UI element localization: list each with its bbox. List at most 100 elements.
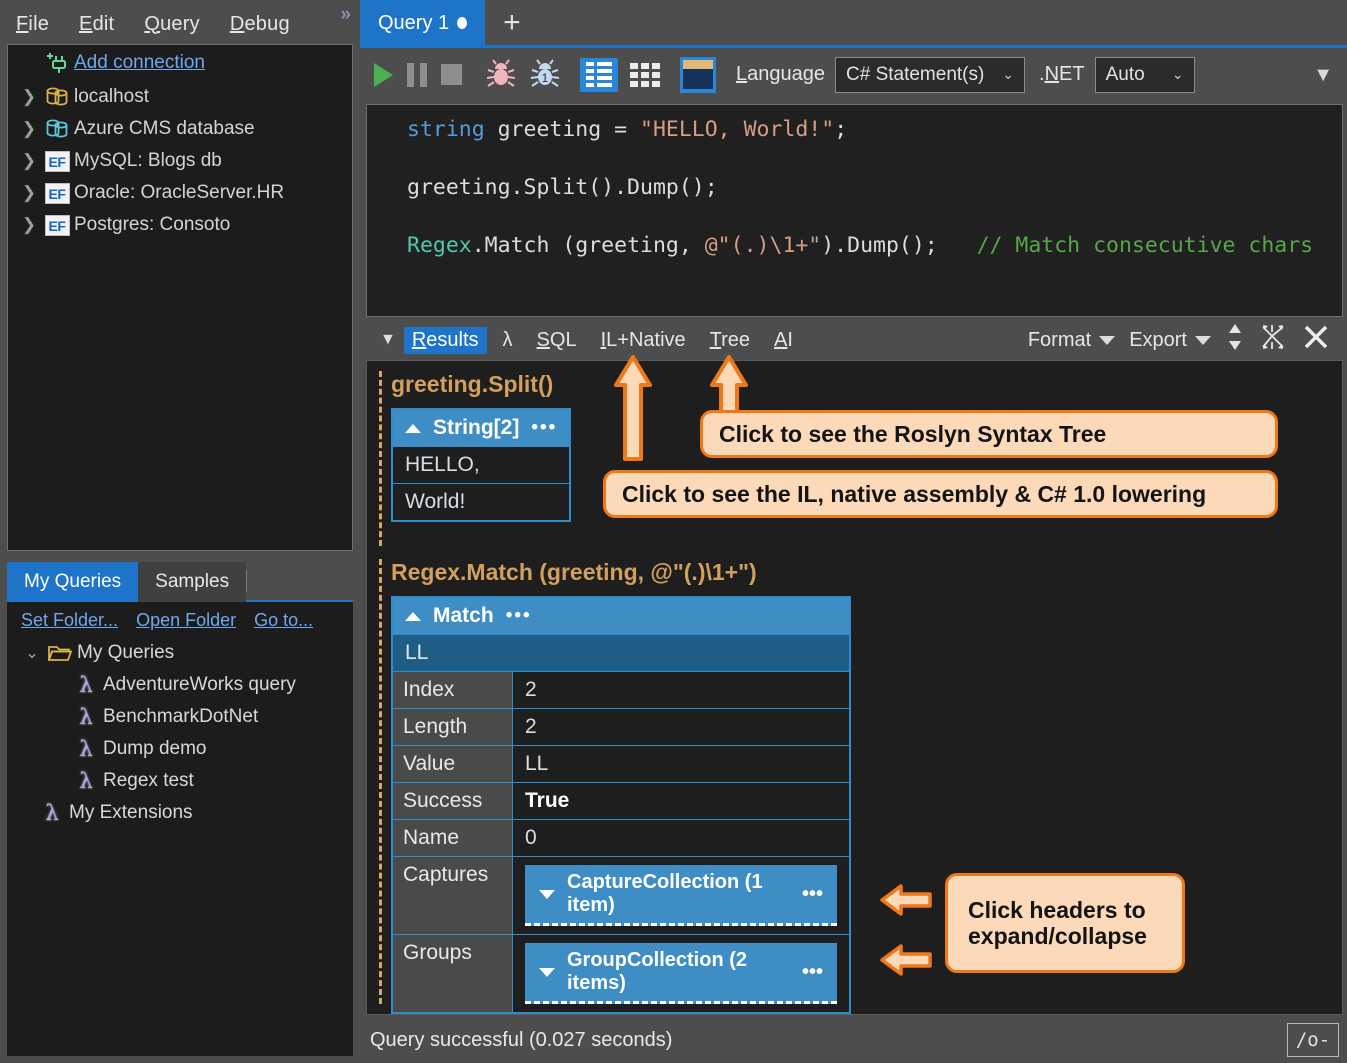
connection-row-mysql[interactable]: ❯ EF MySQL: Blogs db <box>8 145 352 177</box>
tab-tree[interactable]: Tree <box>702 327 758 354</box>
query-item-adventureworks[interactable]: λ AdventureWorks query <box>7 669 353 701</box>
table-row: Name 0 <box>393 819 849 856</box>
grid-menu-icon[interactable]: ••• <box>506 605 532 627</box>
capture-collection-pill[interactable]: CaptureCollection (1 item) ••• <box>525 865 837 926</box>
connection-row-azure[interactable]: ❯ Azure CMS database <box>8 113 352 145</box>
menu-overflow-icon[interactable]: » <box>340 4 348 26</box>
queries-links: Set Folder... Open Folder Go to... <box>7 606 353 637</box>
result-grid-header[interactable]: Match ••• <box>393 598 849 634</box>
ef-badge-label: EF <box>45 215 70 236</box>
connection-row-localhost[interactable]: ❯ localhost <box>8 81 352 113</box>
results-panel[interactable]: greeting.Split() String[2] ••• HELLO, Wo… <box>366 360 1343 1015</box>
stop-button[interactable] <box>441 64 462 85</box>
export-button[interactable]: Export <box>1129 329 1211 352</box>
language-label: Language <box>736 63 825 86</box>
grid-menu-icon[interactable]: ••• <box>802 883 823 906</box>
pause-icon <box>407 63 427 87</box>
new-tab-button[interactable]: + <box>485 0 539 46</box>
tab-samples[interactable]: Samples <box>138 562 246 602</box>
expander-icon[interactable]: ❯ <box>18 151 40 171</box>
lambda-icon: λ <box>69 769 103 793</box>
terminal-icon[interactable]: /o- <box>1287 1023 1339 1057</box>
row-key: Length <box>393 709 513 745</box>
query-item-my-extensions[interactable]: λ My Extensions <box>7 797 353 829</box>
layout-button[interactable] <box>680 57 716 93</box>
tab-sql[interactable]: SQL <box>529 327 585 354</box>
panel-layout-icon <box>680 57 716 93</box>
group-collection-pill[interactable]: GroupCollection (2 items) ••• <box>525 943 837 1004</box>
format-button[interactable]: Format <box>1028 329 1115 352</box>
add-connection-row[interactable]: Add connection <box>8 45 352 81</box>
expander-icon[interactable]: ❯ <box>18 183 40 203</box>
query-item-label: Dump demo <box>103 738 207 760</box>
result-grid-match[interactable]: Match ••• LL Index 2 Length 2 Value LL <box>391 596 851 1014</box>
row-key: Groups <box>393 935 513 1012</box>
tab-il-native[interactable]: IL+Native <box>593 327 694 354</box>
connection-label: MySQL: Blogs db <box>74 150 222 172</box>
language-select[interactable]: C# Statement(s) ⌄ <box>835 57 1025 93</box>
connection-row-postgres[interactable]: ❯ EF Postgres: Consoto <box>8 209 352 241</box>
row-key: Index <box>393 672 513 708</box>
move-panel-button[interactable] <box>1225 322 1245 358</box>
open-folder-link[interactable]: Open Folder <box>136 610 236 631</box>
query-item-label: BenchmarkDotNet <box>103 706 258 728</box>
expander-icon[interactable]: ⌄ <box>21 643 43 663</box>
menu-debug[interactable]: Debug <box>230 13 290 36</box>
tab-query-1[interactable]: Query 1 <box>360 0 485 46</box>
result-grid-string-array[interactable]: String[2] ••• HELLO, World! <box>391 408 571 522</box>
folder-open-icon <box>43 643 77 663</box>
result-grid-header[interactable]: String[2] ••• <box>393 410 569 446</box>
result-block-regex-match: Regex.Match (greeting, @"(.)\1+") Match … <box>391 559 851 1014</box>
close-results-button[interactable] <box>1301 322 1331 358</box>
left-panel: File Edit Query Debug » Add connection <box>0 0 360 1063</box>
ef-badge-icon: EF <box>40 151 74 172</box>
tab-my-queries[interactable]: My Queries <box>7 562 138 602</box>
pause-button[interactable] <box>407 63 427 87</box>
query-item-benchmarkdotnet[interactable]: λ BenchmarkDotNet <box>7 701 353 733</box>
grid-menu-icon[interactable]: ••• <box>802 961 823 984</box>
menu-query[interactable]: Query <box>144 13 199 36</box>
tab-lambda[interactable]: λ <box>495 327 521 354</box>
ef-badge-icon: EF <box>40 215 74 236</box>
set-folder-link[interactable]: Set Folder... <box>21 610 118 631</box>
caret-down-icon[interactable]: ▼ <box>372 331 404 349</box>
go-to-link[interactable]: Go to... <box>254 610 313 631</box>
capture-collection-label: CaptureCollection (1 item) <box>567 871 790 917</box>
code-editor[interactable]: string greeting = "HELLO, World!"; greet… <box>366 104 1343 317</box>
connection-row-oracle[interactable]: ❯ EF Oracle: OracleServer.HR <box>8 177 352 209</box>
expander-icon[interactable]: ❯ <box>18 87 40 107</box>
close-icon <box>1301 322 1331 358</box>
results-list-view-button[interactable] <box>580 58 618 92</box>
tab-ai[interactable]: AI <box>766 327 801 354</box>
menu-file[interactable]: File <box>16 13 49 36</box>
query-tabstrip: Query 1 + <box>360 0 1347 48</box>
grid-view-button[interactable] <box>626 58 664 92</box>
query-item-regex-test[interactable]: λ Regex test <box>7 765 353 797</box>
query-item-label: Regex test <box>103 770 194 792</box>
menu-edit[interactable]: Edit <box>79 13 114 36</box>
debug-button[interactable] <box>484 57 518 93</box>
debug-step-button[interactable]: 1 <box>528 57 562 93</box>
connection-label: localhost <box>74 86 149 108</box>
grid-view-icon <box>626 58 664 92</box>
expand-all-icon <box>1259 323 1287 357</box>
row-value: 2 <box>513 709 849 745</box>
dotnet-label: .NET <box>1039 63 1085 86</box>
grid-menu-icon[interactable]: ••• <box>531 417 557 439</box>
expand-all-button[interactable] <box>1259 323 1287 357</box>
chevron-down-icon <box>1195 336 1211 345</box>
tab-results[interactable]: Results <box>404 327 487 354</box>
run-button[interactable] <box>374 63 393 87</box>
query-item-dump-demo[interactable]: λ Dump demo <box>7 733 353 765</box>
queries-root-row[interactable]: ⌄ My Queries <box>7 637 353 669</box>
expander-icon[interactable]: ❯ <box>18 119 40 139</box>
result-title: Regex.Match (greeting, @"(.)\1+") <box>391 559 851 586</box>
toolbar-overflow-button[interactable]: ▼ <box>1313 64 1333 87</box>
dotnet-select[interactable]: Auto ⌄ <box>1095 57 1195 93</box>
connections-tree: Add connection ❯ localhost ❯ <box>7 44 353 551</box>
queries-tree: Set Folder... Open Folder Go to... ⌄ My … <box>7 602 353 1054</box>
expander-icon[interactable]: ❯ <box>18 215 40 235</box>
add-connection-link[interactable]: Add connection <box>74 52 205 74</box>
ef-badge-label: EF <box>45 183 70 204</box>
annotation-arrow-left <box>879 879 933 926</box>
